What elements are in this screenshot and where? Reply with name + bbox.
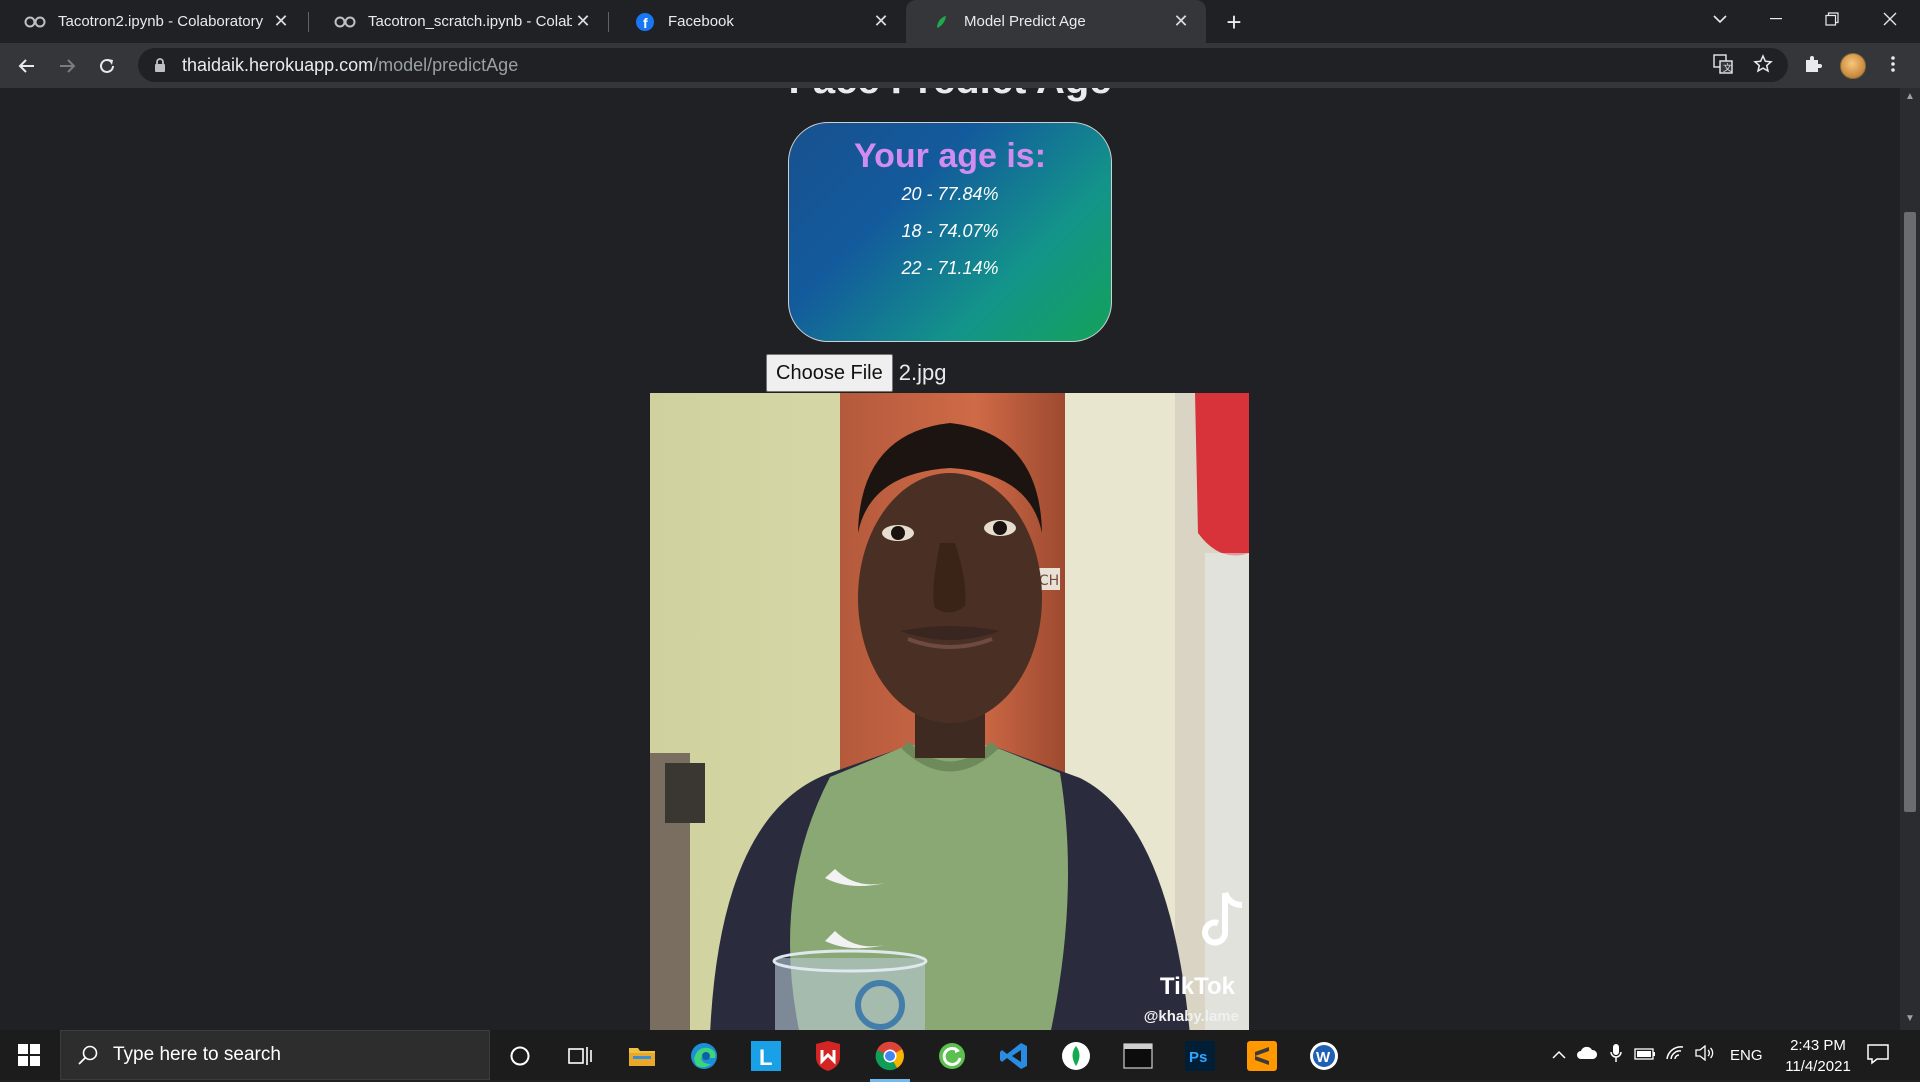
windows-logo-icon: [18, 1044, 40, 1066]
translate-icon[interactable]: 文: [1710, 51, 1736, 77]
svg-text:文: 文: [1723, 62, 1732, 74]
close-icon[interactable]: ✕: [1170, 11, 1192, 33]
scroll-down-icon[interactable]: ▼: [1903, 1013, 1917, 1027]
mcafee-icon[interactable]: [802, 1035, 854, 1077]
uploaded-photo: CLUTCH: [650, 393, 1249, 1030]
tab-separator: [308, 12, 309, 32]
clock-date: 11/4/2021: [1785, 1058, 1851, 1075]
terminal-icon[interactable]: [1112, 1035, 1164, 1077]
lock-icon: [155, 58, 165, 72]
word-app-icon[interactable]: W: [1298, 1035, 1350, 1077]
file-explorer-icon[interactable]: [616, 1035, 668, 1077]
reload-button[interactable]: [92, 51, 122, 81]
clock-time: 2:43 PM: [1790, 1037, 1846, 1054]
url-text: thaidaik.herokuapp.com/model/predictAge: [182, 55, 518, 76]
refresh-app-icon[interactable]: [926, 1035, 978, 1077]
uploaded-photo-illustration: CLUTCH: [650, 393, 1249, 1030]
choose-file-button[interactable]: Choose File: [766, 354, 893, 392]
bookmark-star-icon[interactable]: [1750, 51, 1776, 77]
tab-search-chevron-icon[interactable]: [1692, 0, 1748, 38]
tab-tacotron2[interactable]: Tacotron2.ipynb - Colaboratory ✕: [0, 0, 306, 43]
new-tab-button[interactable]: +: [1220, 7, 1248, 37]
selected-file-name: 2.jpg: [898, 360, 947, 385]
leaf-app-icon[interactable]: [1050, 1035, 1102, 1077]
start-button[interactable]: [0, 1030, 58, 1080]
url-host: thaidaik.herokuapp.com: [182, 54, 374, 75]
microphone-icon[interactable]: [1602, 1043, 1630, 1067]
chrome-icon[interactable]: [864, 1035, 916, 1082]
page-content: Face Predict Age Your age is: 20 - 77.84…: [0, 88, 1900, 1030]
close-icon[interactable]: ✕: [870, 11, 892, 33]
age-result-card: Your age is: 20 - 77.84% 18 - 74.07% 22 …: [788, 122, 1112, 342]
taskbar-search-input[interactable]: Type here to search: [60, 1030, 490, 1080]
tab-title: Model Predict Age: [964, 13, 1086, 30]
leaf-icon: [930, 14, 952, 30]
url-path: /model/predictAge: [373, 54, 519, 75]
restore-button[interactable]: [1804, 0, 1860, 38]
tab-model-predict-age[interactable]: Model Predict Age ✕: [906, 0, 1206, 43]
svg-text:f: f: [643, 15, 648, 31]
battery-icon[interactable]: [1630, 1047, 1660, 1064]
tab-facebook[interactable]: f Facebook ✕: [610, 0, 906, 43]
photoshop-icon[interactable]: Ps: [1174, 1035, 1226, 1077]
page-heading: Face Predict Age: [0, 88, 1900, 103]
tab-tacotron-scratch[interactable]: Tacotron_scratch.ipynb - Colaboratory ✕: [310, 0, 608, 43]
tab-separator: [608, 12, 609, 32]
file-input[interactable]: Choose File 2.jpg: [766, 354, 946, 392]
edge-browser-icon[interactable]: [678, 1035, 730, 1077]
windows-taskbar: Type here to search L Ps W ENG 2:43 PM 1…: [0, 1030, 1920, 1082]
l-app-icon[interactable]: L: [740, 1035, 792, 1077]
wifi-icon[interactable]: [1660, 1045, 1690, 1065]
colab-icon: [334, 14, 356, 30]
scroll-thumb[interactable]: [1904, 212, 1916, 812]
address-bar[interactable]: thaidaik.herokuapp.com/model/predictAge: [138, 48, 1788, 82]
svg-text:W: W: [1316, 1049, 1331, 1066]
facebook-icon: f: [634, 12, 656, 31]
chevron-up-icon[interactable]: [1546, 1047, 1572, 1064]
task-view-icon[interactable]: [554, 1035, 606, 1077]
taskbar-clock[interactable]: 2:43 PM 11/4/2021: [1772, 1035, 1864, 1077]
close-window-button[interactable]: [1862, 0, 1918, 38]
page-scrollbar[interactable]: ▲ ▼: [1900, 88, 1920, 1030]
tab-title: Tacotron2.ipynb - Colaboratory: [58, 13, 264, 30]
close-icon[interactable]: ✕: [572, 11, 594, 33]
svg-text:Ps: Ps: [1189, 1049, 1207, 1066]
result-item: 20 - 77.84%: [901, 184, 999, 204]
colab-icon: [24, 14, 46, 30]
result-item: 18 - 74.07%: [901, 221, 999, 241]
extensions-puzzle-icon[interactable]: [1800, 51, 1826, 77]
scroll-up-icon[interactable]: ▲: [1903, 91, 1917, 105]
result-item: 22 - 71.14%: [901, 258, 999, 278]
onedrive-cloud-icon[interactable]: [1572, 1046, 1602, 1064]
tiktok-handle: @khaby.lame: [1143, 1008, 1239, 1025]
language-indicator[interactable]: ENG: [1730, 1047, 1763, 1064]
system-tray: ENG: [1546, 1030, 1763, 1080]
menu-kebab-icon[interactable]: [1880, 51, 1906, 77]
tab-title: Tacotron_scratch.ipynb - Colaboratory: [368, 13, 572, 30]
minimize-button[interactable]: [1748, 0, 1804, 38]
sublime-text-icon[interactable]: [1236, 1035, 1288, 1077]
back-button[interactable]: [12, 51, 42, 81]
volume-icon[interactable]: [1690, 1044, 1720, 1065]
search-icon: [78, 1045, 98, 1065]
profile-avatar[interactable]: [1840, 53, 1866, 79]
forward-button[interactable]: [52, 51, 82, 81]
search-placeholder: Type here to search: [113, 1044, 281, 1065]
cortana-icon[interactable]: [494, 1035, 546, 1077]
tab-title: Facebook: [668, 13, 734, 30]
close-icon[interactable]: ✕: [270, 11, 292, 33]
browser-toolbar: thaidaik.herokuapp.com/model/predictAge …: [0, 43, 1920, 88]
tiktok-logo: TikTok: [1159, 973, 1235, 1000]
notification-center-icon[interactable]: [1866, 1042, 1892, 1068]
result-title: Your age is:: [853, 137, 1047, 175]
tab-strip: Tacotron2.ipynb - Colaboratory ✕ Tacotro…: [0, 0, 1920, 43]
svg-text:L: L: [759, 1045, 772, 1070]
vscode-icon[interactable]: [988, 1035, 1040, 1077]
